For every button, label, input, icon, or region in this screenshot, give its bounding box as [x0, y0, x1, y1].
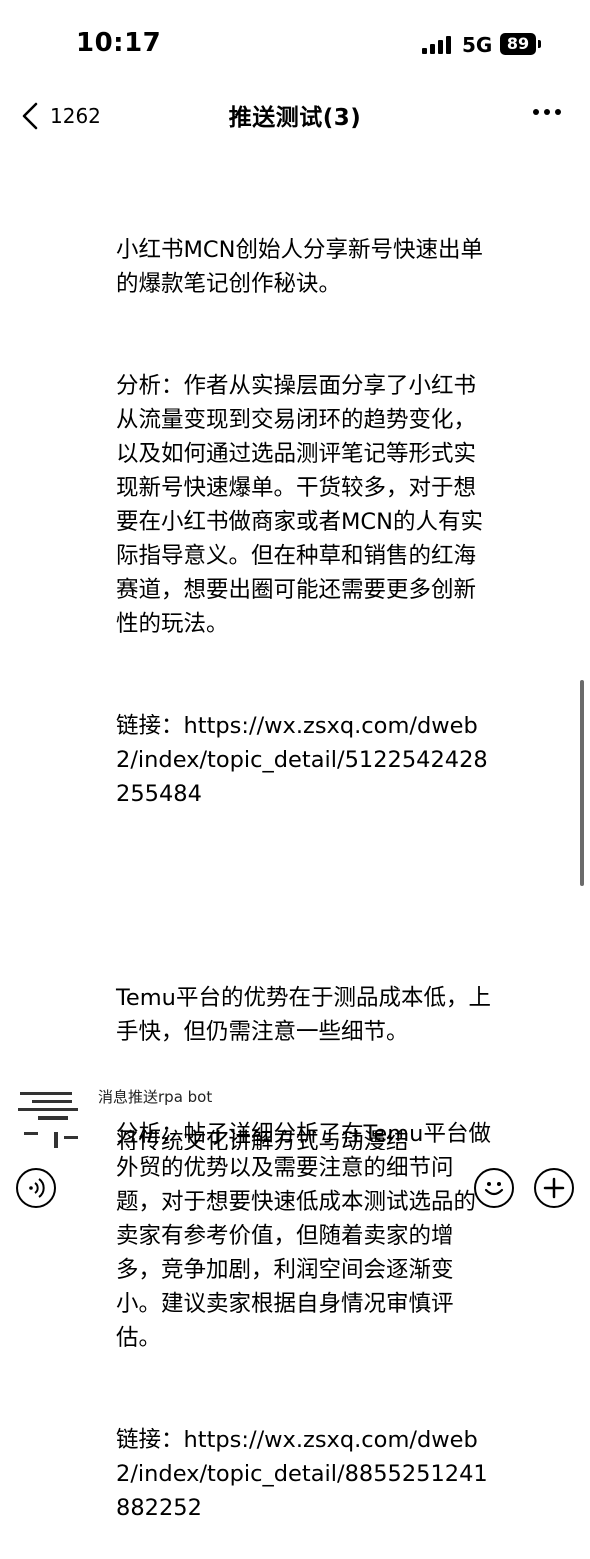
nav-bar: 1262 推送测试(3)	[0, 90, 590, 140]
scrollbar[interactable]	[580, 680, 584, 886]
item2-title: Temu平台的优势在于测品成本低，上手快，但仍需注意一些细节。	[116, 985, 491, 1045]
item2-link[interactable]: 链接：https://wx.zsxq.com/dweb2/index/topic…	[116, 1423, 496, 1525]
sender-name: 消息推送rpa bot	[98, 1088, 213, 1106]
network-type: 5G	[462, 33, 493, 57]
voice-button[interactable]	[16, 1168, 56, 1208]
item1-analysis: 分析：作者从实操层面分享了小红书从流量变现到交易闭环的趋势变化，以及如何通过选品…	[116, 373, 483, 637]
message-bubble: 小红书MCN创始人分享新号快速出单的爆款笔记创作秘诀。 分析：作者从实操层面分享…	[116, 165, 496, 1559]
emoji-button[interactable]	[474, 1168, 514, 1208]
add-button[interactable]	[534, 1168, 574, 1208]
plus-icon	[543, 1177, 565, 1199]
battery-icon: 89	[500, 33, 536, 55]
ellipsis-icon[interactable]	[524, 102, 570, 122]
chat-title: 推送测试(3)	[228, 105, 362, 131]
next-message: 消息推送rpa bot 将传统文化讲解方式与动漫结	[0, 1080, 590, 1150]
status-bar: 10:17 5G 89	[0, 0, 590, 90]
battery-cap	[538, 40, 541, 48]
item1-link[interactable]: 链接：https://wx.zsxq.com/dweb2/index/topic…	[116, 709, 496, 811]
item2-analysis: 分析：帖子详细分析了在Temu平台做外贸的优势以及需要注意的细节问题，对于想要快…	[116, 1121, 491, 1351]
message-preview: 将传统文化讲解方式与动漫结	[116, 1129, 409, 1150]
signal-icon	[422, 36, 452, 54]
voice-icon	[29, 1178, 45, 1198]
status-time: 10:17	[76, 28, 162, 58]
emoji-icon	[484, 1182, 504, 1196]
input-bar	[0, 1160, 590, 1220]
avatar[interactable]	[18, 1090, 80, 1150]
item1-title: 小红书MCN创始人分享新号快速出单的爆款笔记创作秘诀。	[116, 237, 483, 297]
